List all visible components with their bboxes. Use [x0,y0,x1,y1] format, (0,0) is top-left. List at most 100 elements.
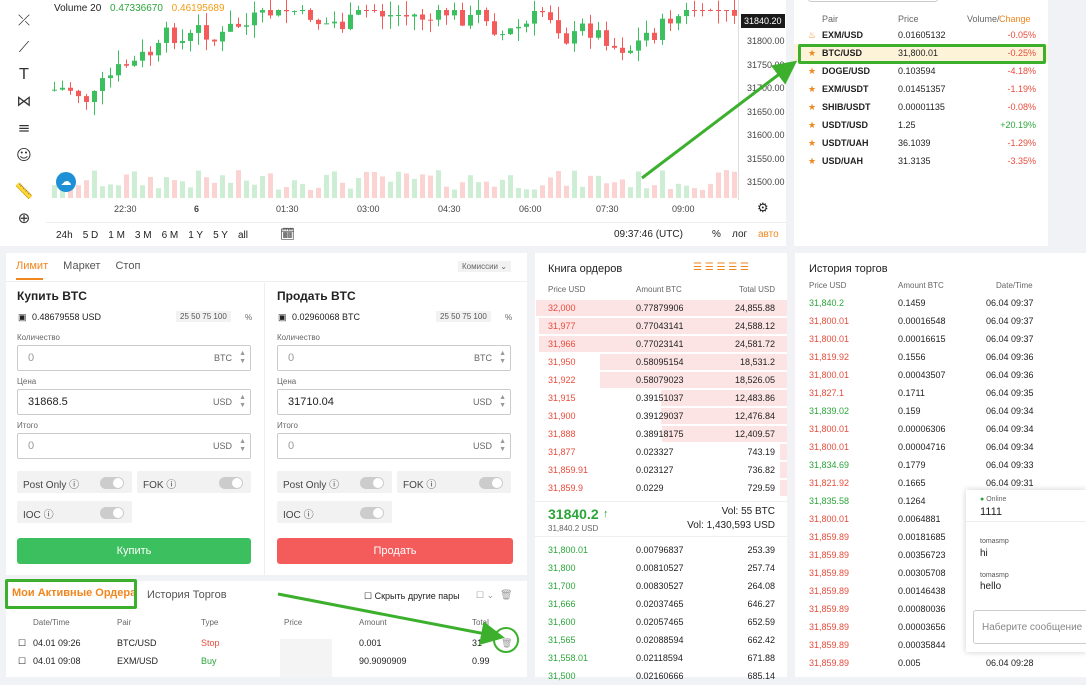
tab-market[interactable]: Маркет [63,260,100,272]
buy-post-only[interactable]: Post Only ⓘ [17,471,132,493]
ask-row[interactable]: 32,000 0.77879906 24,855.88 [535,299,787,317]
candlestick-chart[interactable] [46,0,738,200]
buy-pct-buttons[interactable]: 25 50 75 100 [176,311,231,322]
pairs-search-box[interactable] [808,0,938,2]
fees-dropdown[interactable]: Комиссии ⌄ [458,261,511,272]
star-icon[interactable]: ★ [808,66,816,77]
settings-gear-icon[interactable]: ⚙ [757,200,769,216]
sell-button[interactable]: Продать [277,538,513,564]
star-icon[interactable]: ★ [808,84,816,95]
range-button[interactable]: all [238,230,248,241]
checkbox-icon[interactable]: ☐ [18,656,26,667]
ask-row[interactable]: 31,877 0.023327 743.19 [535,443,787,461]
star-icon[interactable]: ★ [808,156,816,167]
pct-75[interactable]: 75 [202,312,211,321]
fib-tool-icon[interactable]: ≡ [14,118,34,138]
ask-row[interactable]: 31,950 0.58095154 18,531.2 [535,353,787,371]
filter-dropdown-icon[interactable]: ☐ ⌄ [476,590,494,601]
buy-price-input[interactable]: 31868.5 USD ▲ ▼ [17,389,251,415]
buy-total-input[interactable]: 0 USD ▲ ▼ [17,433,251,459]
ioc-toggle[interactable] [100,507,124,519]
ask-row[interactable]: 31,900 0.39129037 12,476.84 [535,407,787,425]
ask-row[interactable]: 31,915 0.39151037 12,483.86 [535,389,787,407]
emoji-tool-icon[interactable]: ☺ [14,145,34,165]
sell-fok[interactable]: FOK ⓘ [397,471,511,493]
sell-post-only[interactable]: Post Only ⓘ [277,471,392,493]
sell-pct-buttons[interactable]: 25 50 75 100 [436,311,491,322]
ruler-icon[interactable]: 📏 [14,181,34,201]
crosshair-tool-icon[interactable]: ⤫ [14,10,34,30]
stepper-icon[interactable]: ▲ ▼ [239,350,246,366]
pair-row[interactable]: ★ USD/UAH 31.3135 -3.35% [794,152,1048,170]
auto-toggle[interactable]: авто [758,229,779,240]
post-only-toggle[interactable] [100,477,124,489]
pct-50[interactable]: 50 [451,312,460,321]
checkbox-icon[interactable]: ☐ [364,591,372,601]
fok-toggle[interactable] [479,477,503,489]
stepper-icon[interactable]: ▲ ▼ [499,394,506,410]
sell-qty-input[interactable]: 0 BTC ▲ ▼ [277,345,511,371]
zoom-icon[interactable]: ⊕ [14,208,34,228]
pct-100[interactable]: 100 [473,312,486,321]
star-icon[interactable]: ★ [808,138,816,149]
pair-row[interactable]: ★ EXM/USDT 0.01451357 -1.19% [794,80,1048,98]
chat-input[interactable]: Наберите сообщение [973,610,1086,644]
pct-100[interactable]: 100 [213,312,226,321]
pct-50[interactable]: 50 [191,312,200,321]
cloud-icon[interactable]: ☁ [56,172,76,192]
stepper-icon[interactable]: ▲ ▼ [239,438,246,454]
pair-row[interactable]: ★ USDT/UAH 36.1039 -1.29% [794,134,1048,152]
sell-total-input[interactable]: 0 USD ▲ ▼ [277,433,511,459]
pair-row[interactable]: ★ DOGE/USD 0.103594 -4.18% [794,62,1048,80]
range-button[interactable]: 3 M [135,230,152,241]
stepper-icon[interactable]: ▲ ▼ [239,394,246,410]
range-button[interactable]: 5 D [83,230,99,241]
bid-row[interactable]: 31,700 0.00830527 264.08 [535,577,787,595]
trendline-tool-icon[interactable]: ⟋ [14,37,34,57]
buy-fok[interactable]: FOK ⓘ [137,471,251,493]
pct-25[interactable]: 25 [440,312,449,321]
ask-row[interactable]: 31,888 0.38918175 12,409.57 [535,425,787,443]
ask-row[interactable]: 31,859.9 0.0229 729.59 [535,479,787,497]
buy-ioc[interactable]: IOC ⓘ [17,501,132,523]
bid-row[interactable]: 31,500 0.02160666 685.14 [535,667,787,685]
tab-trade-history[interactable]: История Торгов [147,589,227,601]
pct-75[interactable]: 75 [462,312,471,321]
sell-ioc[interactable]: IOC ⓘ [277,501,392,523]
tab-stop[interactable]: Стоп [115,260,140,272]
pair-row[interactable]: ★ USDT/USD 1.25 +20.19% [794,116,1048,134]
hide-pairs-checkbox[interactable]: ☐ Скрыть другие пары [364,591,460,602]
bid-row[interactable]: 31,558.01 0.02118594 671.88 [535,649,787,667]
stepper-icon[interactable]: ▲ ▼ [499,350,506,366]
volume-col-header[interactable]: Volume/ [967,14,1000,24]
ioc-toggle[interactable] [360,507,384,519]
range-button[interactable]: 1 M [108,230,125,241]
bid-row[interactable]: 31,800.01 0.00796837 253.39 [535,541,787,559]
ask-row[interactable]: 31,977 0.77043141 24,588.12 [535,317,787,335]
pair-row[interactable]: ♨ EXM/USD 0.01605132 -0.05% [794,26,1048,44]
log-toggle[interactable]: лог [732,229,747,240]
bid-row[interactable]: 31,600 0.02057465 652.59 [535,613,787,631]
text-tool-icon[interactable]: T [14,64,34,84]
bid-row[interactable]: 31,666 0.02037465 646.27 [535,595,787,613]
bid-row[interactable]: 31,800 0.00810527 257.74 [535,559,787,577]
tab-limit[interactable]: Лимит [16,260,48,272]
bid-row[interactable]: 31,565 0.02088594 662.42 [535,631,787,649]
trash-icon[interactable]: 🗑 [501,638,512,649]
pair-row[interactable]: ★ SHIB/USDT 0.00001135 -0.08% [794,98,1048,116]
star-icon[interactable]: ★ [808,120,816,131]
ask-row[interactable]: 31,922 0.58079023 18,526.05 [535,371,787,389]
pattern-tool-icon[interactable]: ⋈ [14,91,34,111]
book-view-icons[interactable]: ☰ ☰ ☰ ☰ ☰ [693,262,749,273]
ask-row[interactable]: 31,859.91 0.023127 736.82 [535,461,787,479]
stepper-icon[interactable]: ▲ ▼ [499,438,506,454]
change-col-header[interactable]: Change [999,14,1031,24]
pct-25[interactable]: 25 [180,312,189,321]
trash-all-icon[interactable]: 🗑 [500,590,513,601]
percent-toggle[interactable]: % [712,229,721,240]
calendar-icon[interactable]: 🗓 [280,227,295,241]
checkbox-icon[interactable]: ☐ [18,638,26,649]
star-icon[interactable]: ★ [808,102,816,113]
buy-button[interactable]: Купить [17,538,251,564]
buy-qty-input[interactable]: 0 BTC ▲ ▼ [17,345,251,371]
